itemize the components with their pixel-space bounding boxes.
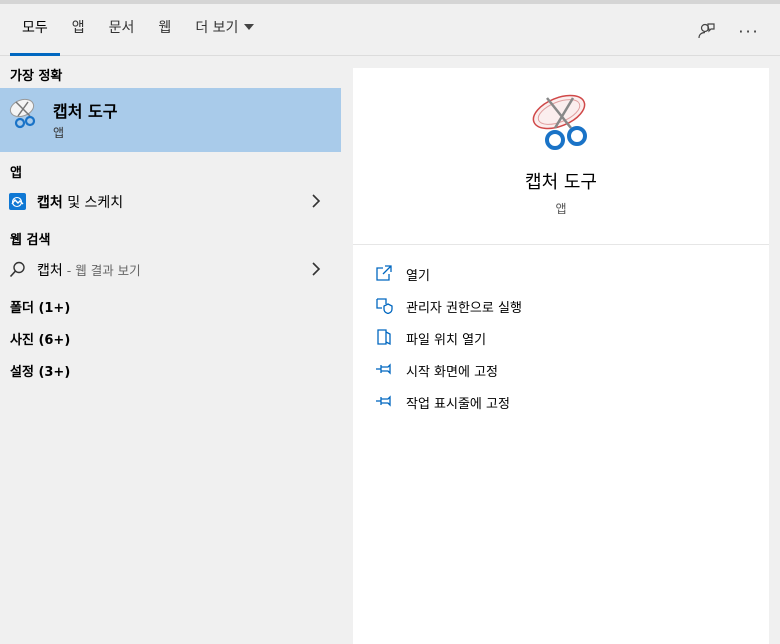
detail-panel: 캡처 도구 앱 열기 관리자 권한으로 실행 파일 위치 열기 시작 화면에 고… xyxy=(353,68,769,644)
pin-to-taskbar-action[interactable]: 작업 표시줄에 고정 xyxy=(375,390,755,414)
web-query: 캡처 xyxy=(37,263,63,279)
tab-documents[interactable]: 문서 xyxy=(97,4,147,56)
app-result-rest: 및 스케치 xyxy=(62,195,124,211)
shield-icon xyxy=(375,296,393,315)
app-result-match: 캡처 xyxy=(37,195,63,211)
feedback-icon[interactable] xyxy=(693,18,719,44)
web-search-header: 웹 검색 xyxy=(10,233,51,248)
pin-icon xyxy=(375,360,393,378)
tab-all[interactable]: 모두 xyxy=(10,4,60,56)
tab-more[interactable]: 더 보기 xyxy=(183,4,266,56)
web-search-result[interactable]: 캡처 - 웹 결과 보기 xyxy=(0,255,341,285)
apps-header: 앱 xyxy=(10,166,22,181)
photos-category[interactable]: 사진 (6+) xyxy=(10,329,70,348)
chevron-right-icon[interactable] xyxy=(310,261,322,277)
tab-web[interactable]: 웹 xyxy=(146,4,183,56)
file-location-icon xyxy=(375,328,393,346)
open-file-location-action[interactable]: 파일 위치 열기 xyxy=(375,326,755,350)
best-match-header: 가장 정확 xyxy=(10,69,63,84)
filter-tabs: 모두 앱 문서 웹 더 보기 xyxy=(10,4,266,56)
search-icon xyxy=(9,261,26,278)
best-match-title: 캡처 도구 xyxy=(53,102,118,121)
pin-to-start-action[interactable]: 시작 화면에 고정 xyxy=(375,358,755,382)
results-panel: 가장 정확 캡처 도구 앱 앱 캡처 및 스케치 웹 검색 캡처 - 웹 결과 … xyxy=(0,56,341,644)
chevron-right-icon[interactable] xyxy=(310,193,322,209)
detail-title: 캡처 도구 xyxy=(525,172,597,193)
settings-category[interactable]: 설정 (3+) xyxy=(10,361,70,380)
chevron-down-icon xyxy=(244,24,255,30)
best-match-subtitle: 앱 xyxy=(53,126,65,140)
snipping-tool-icon xyxy=(529,86,595,152)
tab-apps[interactable]: 앱 xyxy=(60,4,97,56)
more-options-icon[interactable]: ··· xyxy=(736,18,762,44)
folders-category[interactable]: 폴더 (1+) xyxy=(10,297,70,316)
open-icon xyxy=(375,264,393,282)
open-action[interactable]: 열기 xyxy=(375,262,755,286)
pin-icon xyxy=(375,392,393,410)
search-filter-bar: 모두 앱 문서 웹 더 보기 ··· xyxy=(0,0,780,56)
web-result-suffix: - 웹 결과 보기 xyxy=(62,263,141,278)
snipping-tool-icon xyxy=(8,96,42,130)
snip-sketch-icon xyxy=(9,193,26,210)
run-as-admin-action[interactable]: 관리자 권한으로 실행 xyxy=(375,294,755,318)
divider xyxy=(353,244,769,245)
best-match-item[interactable]: 캡처 도구 앱 xyxy=(0,88,341,152)
detail-subtitle: 앱 xyxy=(555,202,567,216)
app-result-snip-sketch[interactable]: 캡처 및 스케치 xyxy=(0,187,341,217)
